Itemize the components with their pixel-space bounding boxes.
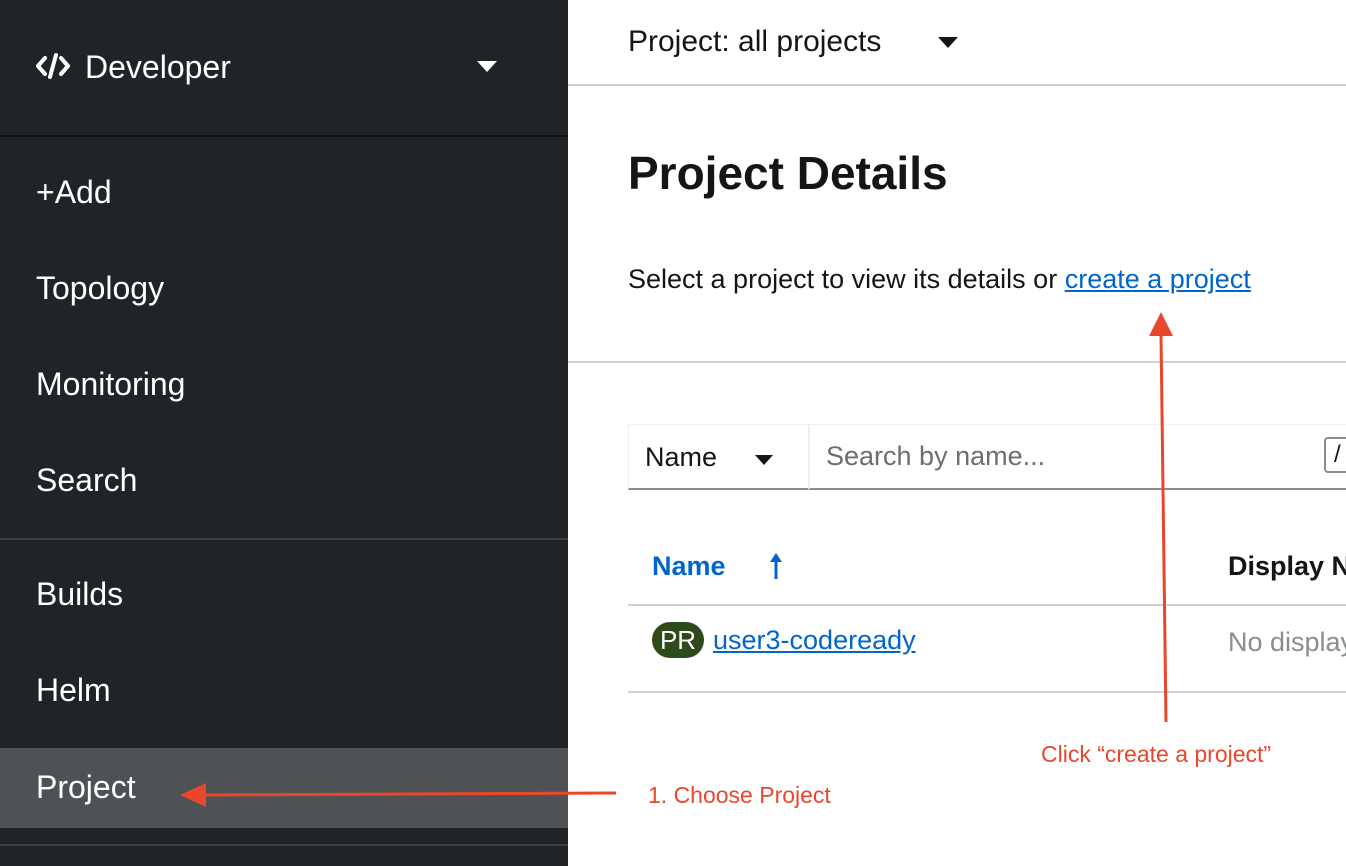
filter-type-select[interactable]: Name	[628, 424, 809, 490]
sort-ascending-icon[interactable]	[766, 552, 786, 582]
page-description: Select a project to view its details or …	[628, 262, 1251, 296]
sidebar-item-helm[interactable]: Helm	[0, 651, 568, 731]
filter-type-label: Name	[645, 442, 718, 472]
project-name-link[interactable]: user3-codeready	[713, 624, 916, 656]
sidebar-item-label: Monitoring	[36, 366, 186, 402]
create-project-link[interactable]: create a project	[1065, 264, 1251, 294]
page-title: Project Details	[628, 147, 948, 199]
sidebar-divider	[0, 844, 568, 846]
project-bar: Project: all projects	[568, 0, 1346, 86]
sidebar-item-label: +Add	[36, 174, 112, 210]
table-row-divider	[628, 691, 1346, 693]
code-icon	[36, 53, 70, 79]
project-selector[interactable]: Project: all projects	[628, 24, 881, 60]
perspective-switcher[interactable]: Developer	[0, 0, 568, 137]
sidebar-item-topology[interactable]: Topology	[0, 249, 568, 329]
table-header-divider	[628, 604, 1346, 606]
caret-down-icon	[755, 455, 773, 465]
sidebar-item-builds[interactable]: Builds	[0, 555, 568, 635]
search-input[interactable]	[809, 424, 1346, 490]
sidebar-divider	[0, 538, 568, 540]
sidebar-item-label: Topology	[36, 270, 165, 306]
sidebar-item-search[interactable]: Search	[0, 441, 568, 521]
sidebar: Developer +Add Topology Monitoring Searc…	[0, 0, 568, 866]
caret-down-icon[interactable]	[938, 37, 958, 48]
annotation-create-project: Click “create a project”	[1041, 741, 1272, 767]
project-display-name: No display	[1228, 627, 1346, 657]
caret-down-icon	[477, 61, 497, 72]
sidebar-item-monitoring[interactable]: Monitoring	[0, 345, 568, 425]
keyboard-shortcut-hint: /	[1324, 437, 1346, 473]
annotation-choose-project: 1. Choose Project	[648, 782, 831, 808]
arrow-to-create-link	[1149, 312, 1173, 723]
project-badge: PR	[652, 622, 704, 658]
column-header-name[interactable]: Name	[652, 550, 726, 582]
section-divider	[568, 361, 1346, 363]
sidebar-item-label: Helm	[36, 672, 111, 708]
sidebar-item-add[interactable]: +Add	[0, 153, 568, 233]
app-root: Developer +Add Topology Monitoring Searc…	[0, 0, 1346, 866]
column-header-display-name[interactable]: Display N	[1228, 550, 1346, 582]
sidebar-item-label: Builds	[36, 576, 124, 612]
perspective-label: Developer	[85, 49, 231, 85]
sidebar-item-label: Search	[36, 462, 138, 498]
sidebar-item-project[interactable]: Project	[0, 748, 568, 828]
description-text: Select a project to view its details or	[628, 264, 1065, 294]
sidebar-item-label: Project	[36, 769, 136, 805]
